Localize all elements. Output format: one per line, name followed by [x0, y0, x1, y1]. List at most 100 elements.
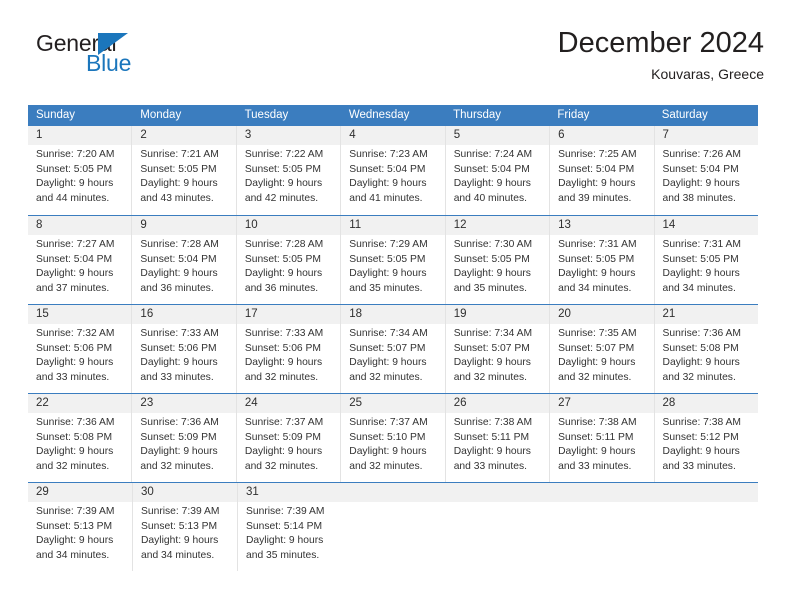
day-number: 18 — [349, 308, 363, 320]
daylight-text-line2: and 33 minutes. — [662, 460, 736, 472]
day-number: 26 — [453, 397, 467, 409]
day-cell[interactable]: 22 Sunrise: 7:36 AM Sunset: 5:08 PM Dayl… — [28, 394, 133, 482]
daylight-text-line1: Daylight: 9 hours — [349, 446, 427, 458]
day-cell[interactable]: 16 Sunrise: 7:33 AM Sunset: 5:06 PM Dayl… — [132, 305, 237, 393]
daylight-text-line1: Daylight: 9 hours — [140, 357, 218, 369]
sunrise-text: Sunrise: 7:35 AM — [558, 328, 637, 339]
day-cell[interactable]: 4 Sunrise: 7:23 AM Sunset: 5:04 PM Dayli… — [341, 126, 446, 215]
sunrise-text: Sunrise: 7:31 AM — [662, 239, 741, 250]
daylight-text-line2: and 32 minutes. — [244, 371, 319, 383]
daylight-text-line1: Daylight: 9 hours — [349, 268, 427, 280]
day-number: 13 — [558, 219, 571, 231]
day-cell[interactable]: 14 Sunrise: 7:31 AM Sunset: 5:05 PM Dayl… — [655, 216, 758, 304]
daylight-text-line2: and 42 minutes. — [244, 192, 319, 204]
sunrise-text: Sunrise: 7:30 AM — [453, 239, 533, 250]
week-row: 22 Sunrise: 7:36 AM Sunset: 5:08 PM Dayl… — [28, 393, 758, 482]
sunrise-text: Sunrise: 7:36 AM — [140, 417, 219, 428]
daylight-text-line2: and 34 minutes. — [141, 549, 215, 561]
sunrise-text: Sunrise: 7:27 AM — [36, 239, 115, 250]
daylight-text-line2: and 32 minutes. — [36, 460, 110, 472]
day-cell[interactable]: 28 Sunrise: 7:38 AM Sunset: 5:12 PM Dayl… — [655, 394, 758, 482]
daylight-text-line1: Daylight: 9 hours — [662, 357, 740, 369]
daylight-text-line1: Daylight: 9 hours — [140, 446, 218, 458]
sunset-text: Sunset: 5:14 PM — [246, 520, 323, 532]
daylight-text-line2: and 34 minutes. — [558, 282, 632, 294]
day-cell[interactable]: 15 Sunrise: 7:32 AM Sunset: 5:06 PM Dayl… — [28, 305, 133, 393]
daylight-text-line2: and 38 minutes. — [662, 192, 736, 204]
sunrise-text: Sunrise: 7:20 AM — [36, 149, 115, 160]
daylight-text-line1: Daylight: 9 hours — [244, 357, 323, 369]
sunrise-text: Sunrise: 7:38 AM — [453, 417, 533, 428]
day-cell[interactable]: 10 Sunrise: 7:28 AM Sunset: 5:05 PM Dayl… — [237, 216, 342, 304]
sunrise-text: Sunrise: 7:33 AM — [244, 328, 324, 339]
daylight-text-line1: Daylight: 9 hours — [558, 178, 636, 190]
daylight-text-line1: Daylight: 9 hours — [662, 268, 740, 280]
weekday-header-wednesday: Wednesday — [348, 109, 410, 121]
sunrise-text: Sunrise: 7:28 AM — [244, 239, 324, 250]
sunset-text: Sunset: 5:07 PM — [349, 342, 426, 354]
day-cell-empty — [654, 483, 758, 571]
day-cell[interactable]: 8 Sunrise: 7:27 AM Sunset: 5:04 PM Dayli… — [28, 216, 133, 304]
daylight-text-line1: Daylight: 9 hours — [662, 178, 740, 190]
sunset-text: Sunset: 5:05 PM — [662, 253, 739, 265]
day-cell[interactable]: 2 Sunrise: 7:21 AM Sunset: 5:05 PM Dayli… — [132, 126, 237, 215]
day-number: 12 — [453, 219, 467, 231]
day-number: 24 — [244, 397, 258, 409]
weekday-header-saturday: Saturday — [661, 109, 708, 121]
sunrise-text: Sunrise: 7:28 AM — [140, 239, 219, 250]
day-cell[interactable]: 5 Sunrise: 7:24 AM Sunset: 5:04 PM Dayli… — [446, 126, 551, 215]
day-cell[interactable]: 25 Sunrise: 7:37 AM Sunset: 5:10 PM Dayl… — [341, 394, 446, 482]
calendar-grid: Sunday Monday Tuesday Wednesday Thursday… — [28, 105, 758, 571]
daylight-text-line1: Daylight: 9 hours — [244, 446, 323, 458]
sunset-text: Sunset: 5:05 PM — [558, 253, 635, 265]
sunrise-text: Sunrise: 7:31 AM — [558, 239, 637, 250]
day-cell[interactable]: 30 Sunrise: 7:39 AM Sunset: 5:13 PM Dayl… — [133, 483, 238, 571]
day-number: 16 — [140, 308, 154, 320]
sunset-text: Sunset: 5:04 PM — [662, 163, 739, 175]
sunrise-text: Sunrise: 7:37 AM — [244, 417, 324, 428]
day-cell[interactable]: 17 Sunrise: 7:33 AM Sunset: 5:06 PM Dayl… — [237, 305, 342, 393]
day-cell[interactable]: 31 Sunrise: 7:39 AM Sunset: 5:14 PM Dayl… — [238, 483, 342, 571]
day-cell[interactable]: 27 Sunrise: 7:38 AM Sunset: 5:11 PM Dayl… — [550, 394, 655, 482]
daylight-text-line2: and 32 minutes. — [349, 371, 423, 383]
sunrise-text: Sunrise: 7:24 AM — [453, 149, 533, 160]
day-number — [662, 483, 754, 502]
daylight-text-line2: and 35 minutes. — [246, 549, 320, 561]
day-number: 6 — [558, 129, 565, 141]
daylight-text-line2: and 33 minutes. — [453, 460, 527, 472]
day-cell[interactable]: 9 Sunrise: 7:28 AM Sunset: 5:04 PM Dayli… — [132, 216, 237, 304]
day-cell[interactable]: 18 Sunrise: 7:34 AM Sunset: 5:07 PM Dayl… — [341, 305, 446, 393]
day-cell[interactable]: 1 Sunrise: 7:20 AM Sunset: 5:05 PM Dayli… — [28, 126, 133, 215]
page-header: General Blue December 2024 Kouvaras, Gre… — [28, 26, 764, 96]
day-cell[interactable]: 21 Sunrise: 7:36 AM Sunset: 5:08 PM Dayl… — [655, 305, 758, 393]
day-cell[interactable]: 29 Sunrise: 7:39 AM Sunset: 5:13 PM Dayl… — [28, 483, 133, 571]
day-cell[interactable]: 24 Sunrise: 7:37 AM Sunset: 5:09 PM Dayl… — [237, 394, 342, 482]
daylight-text-line1: Daylight: 9 hours — [349, 178, 427, 190]
day-cell[interactable]: 11 Sunrise: 7:29 AM Sunset: 5:05 PM Dayl… — [341, 216, 446, 304]
day-number: 28 — [662, 397, 676, 409]
sunset-text: Sunset: 5:04 PM — [36, 253, 113, 265]
day-cell[interactable]: 6 Sunrise: 7:25 AM Sunset: 5:04 PM Dayli… — [550, 126, 655, 215]
daylight-text-line2: and 32 minutes. — [244, 460, 319, 472]
page-title: December 2024 — [557, 27, 764, 59]
day-cell[interactable]: 26 Sunrise: 7:38 AM Sunset: 5:11 PM Dayl… — [446, 394, 551, 482]
day-cell[interactable]: 3 Sunrise: 7:22 AM Sunset: 5:05 PM Dayli… — [237, 126, 342, 215]
sunset-text: Sunset: 5:08 PM — [662, 342, 739, 354]
sunset-text: Sunset: 5:13 PM — [36, 520, 113, 532]
day-cell[interactable]: 23 Sunrise: 7:36 AM Sunset: 5:09 PM Dayl… — [132, 394, 237, 482]
day-cell[interactable]: 12 Sunrise: 7:30 AM Sunset: 5:05 PM Dayl… — [446, 216, 551, 304]
sunset-text: Sunset: 5:11 PM — [453, 431, 530, 443]
day-cell[interactable]: 13 Sunrise: 7:31 AM Sunset: 5:05 PM Dayl… — [550, 216, 655, 304]
sunrise-text: Sunrise: 7:34 AM — [349, 328, 428, 339]
day-cell[interactable]: 20 Sunrise: 7:35 AM Sunset: 5:07 PM Dayl… — [550, 305, 655, 393]
daylight-text-line1: Daylight: 9 hours — [36, 268, 114, 280]
sunset-text: Sunset: 5:05 PM — [140, 163, 217, 175]
sunrise-text: Sunrise: 7:34 AM — [453, 328, 533, 339]
day-number: 23 — [140, 397, 154, 409]
daylight-text-line2: and 43 minutes. — [140, 192, 214, 204]
general-blue-logo[interactable]: General Blue — [28, 30, 218, 88]
day-number: 15 — [36, 308, 49, 320]
day-cell[interactable]: 7 Sunrise: 7:26 AM Sunset: 5:04 PM Dayli… — [655, 126, 758, 215]
day-cell[interactable]: 19 Sunrise: 7:34 AM Sunset: 5:07 PM Dayl… — [446, 305, 551, 393]
day-number: 4 — [349, 129, 356, 141]
